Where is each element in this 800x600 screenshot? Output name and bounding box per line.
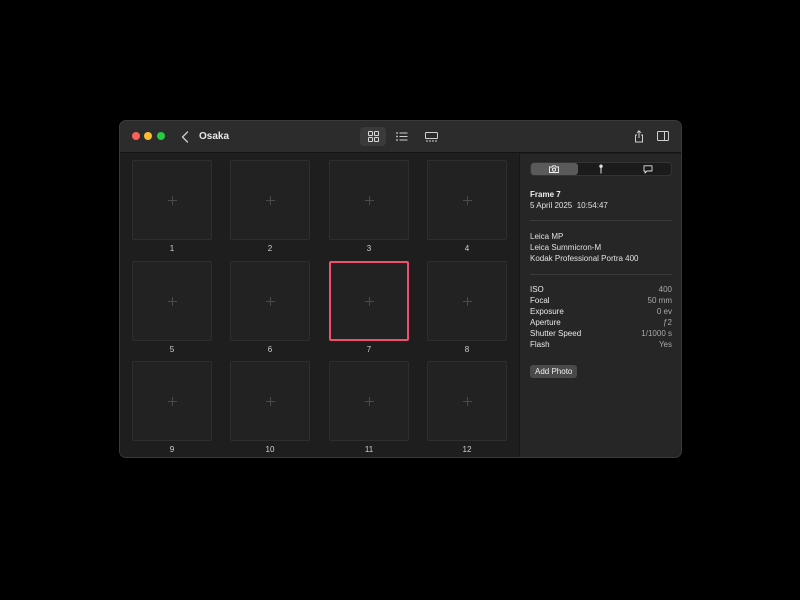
- frame-slot-3[interactable]: [329, 160, 409, 240]
- meta-key: Aperture: [530, 318, 561, 327]
- tab-notes[interactable]: [624, 163, 671, 175]
- frame-date: 5 April 2025 10:54:47: [530, 201, 608, 210]
- plus-icon: [462, 296, 472, 306]
- plus-icon: [265, 195, 275, 205]
- frame-slot-6[interactable]: [230, 261, 310, 341]
- minimize-window-button[interactable]: [144, 132, 152, 140]
- add-photo-button[interactable]: Add Photo: [530, 365, 578, 378]
- meta-row-flash: Flash Yes: [530, 339, 672, 350]
- share-button[interactable]: [632, 128, 646, 144]
- plus-icon: [167, 195, 177, 205]
- meta-value: 1/1000 s: [641, 329, 672, 338]
- filmstrip-view-button[interactable]: [418, 127, 444, 146]
- list-view-button[interactable]: [389, 127, 415, 146]
- meta-value: 0 ev: [656, 307, 672, 316]
- chevron-left-icon: [181, 131, 189, 143]
- frame-slot-12[interactable]: [427, 361, 507, 441]
- frame-number: 9: [169, 445, 175, 454]
- meta-value: Yes: [658, 340, 672, 349]
- frame-number: 7: [366, 345, 372, 354]
- frame-slot-7-selected[interactable]: [329, 261, 409, 341]
- view-mode-switch: [360, 127, 444, 146]
- window-title: Osaka: [199, 131, 230, 142]
- frame-number: 8: [464, 345, 470, 354]
- plus-icon: [265, 296, 275, 306]
- plus-icon: [364, 396, 374, 406]
- plus-icon: [462, 396, 472, 406]
- frame-number: 10: [265, 445, 275, 454]
- list-icon: [396, 132, 408, 141]
- meta-row-shutter: Shutter Speed 1/1000 s: [530, 328, 672, 339]
- plus-icon: [167, 296, 177, 306]
- plus-icon: [167, 396, 177, 406]
- meta-key: ISO: [530, 285, 544, 294]
- frame-slot-2[interactable]: [230, 160, 310, 240]
- meta-value: 400: [658, 285, 672, 294]
- meta-key: Shutter Speed: [530, 329, 582, 338]
- frame-number: 12: [462, 445, 472, 454]
- lens-name: Leica Summicron-M: [530, 243, 602, 252]
- camera-icon: [549, 165, 560, 173]
- frame-slot-4[interactable]: [427, 160, 507, 240]
- meta-row-iso: ISO 400: [530, 284, 672, 295]
- meta-value: 50 mm: [647, 296, 672, 305]
- frame-number: 3: [366, 244, 372, 253]
- zoom-window-button[interactable]: [157, 132, 165, 140]
- grid-view-button[interactable]: [360, 127, 386, 146]
- meta-value: ƒ2: [663, 318, 672, 327]
- frame-slot-8[interactable]: [427, 261, 507, 341]
- inspector-tabs: [530, 162, 672, 176]
- frame-slot-11[interactable]: [329, 361, 409, 441]
- app-window: Osaka 1 2 3 4 5 6 7 8 9 10 11 12 Frame 7…: [119, 120, 682, 458]
- frame-number: 6: [267, 345, 273, 354]
- film-name: Kodak Professional Portra 400: [530, 254, 639, 263]
- plus-icon: [462, 195, 472, 205]
- tab-camera[interactable]: [531, 163, 578, 175]
- meta-key: Focal: [530, 296, 550, 305]
- toggle-inspector-button[interactable]: [656, 129, 670, 143]
- frame-title: Frame 7: [530, 190, 561, 199]
- inspector-panel: Frame 7 5 April 2025 10:54:47 Leica MP L…: [519, 154, 681, 457]
- frame-number: 1: [169, 244, 175, 253]
- title-bar: Osaka: [120, 121, 681, 153]
- meta-key: Exposure: [530, 307, 564, 316]
- filmstrip-icon: [424, 131, 438, 141]
- meta-row-focal: Focal 50 mm: [530, 295, 672, 306]
- plus-icon: [265, 396, 275, 406]
- sidebar-right-icon: [657, 131, 669, 141]
- frame-number: 11: [364, 445, 374, 454]
- pin-icon: [599, 164, 603, 174]
- meta-row-aperture: Aperture ƒ2: [530, 317, 672, 328]
- frame-number: 2: [267, 244, 273, 253]
- divider: [530, 220, 672, 221]
- divider: [530, 274, 672, 275]
- share-icon: [635, 129, 643, 142]
- plus-icon: [364, 296, 374, 306]
- frame-grid: 1 2 3 4 5 6 7 8 9 10 11 12: [120, 154, 519, 457]
- frame-slot-10[interactable]: [230, 361, 310, 441]
- meta-key: Flash: [530, 340, 550, 349]
- frame-slot-1[interactable]: [132, 160, 212, 240]
- comment-icon: [643, 164, 653, 173]
- back-button[interactable]: [178, 129, 192, 145]
- meta-row-exposure: Exposure 0 ev: [530, 306, 672, 317]
- close-window-button[interactable]: [132, 132, 140, 140]
- frame-number: 5: [169, 345, 175, 354]
- frame-slot-9[interactable]: [132, 361, 212, 441]
- grid-icon: [367, 131, 379, 142]
- frame-slot-5[interactable]: [132, 261, 212, 341]
- tab-location[interactable]: [578, 163, 625, 175]
- camera-name: Leica MP: [530, 232, 564, 241]
- plus-icon: [364, 195, 374, 205]
- frame-number: 4: [464, 244, 470, 253]
